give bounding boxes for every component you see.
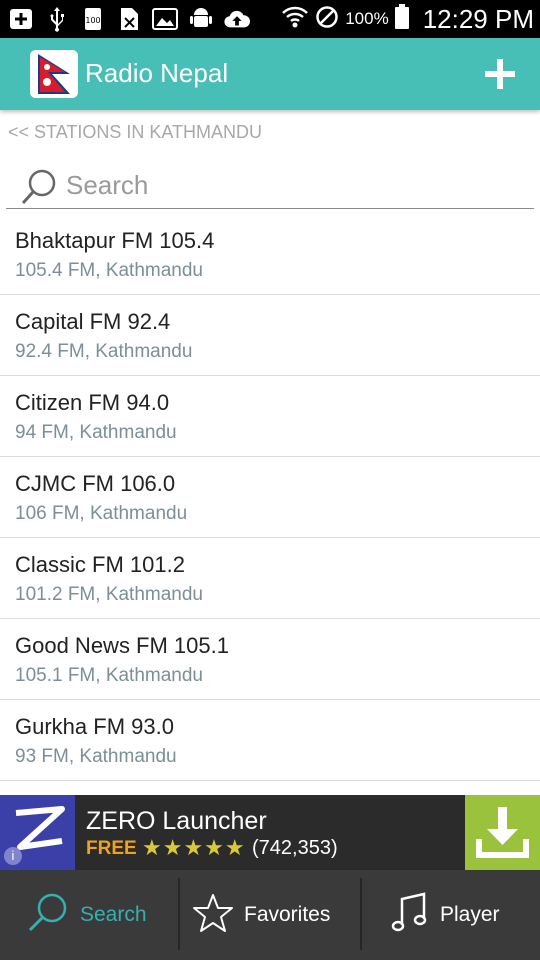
station-name: Citizen FM 94.0 (15, 390, 170, 415)
app-title: Radio Nepal (85, 58, 229, 88)
tab-player[interactable]: Player (362, 870, 540, 960)
battery-percent: 100% (345, 9, 389, 28)
bottom-navigation: Search Favorites Player (0, 870, 540, 960)
star-icon (192, 892, 234, 939)
station-frequency: 105.4 FM, Kathmandu (15, 260, 203, 281)
station-frequency: 94 FM, Kathmandu (15, 422, 177, 443)
station-frequency: 101.2 FM, Kathmandu (15, 584, 203, 605)
tab-search[interactable]: Search (0, 870, 178, 960)
list-item[interactable]: Gurkha FM 93.0 93 FM, Kathmandu (0, 700, 540, 781)
station-name: Capital FM 92.4 (15, 309, 171, 334)
ad-info-icon[interactable]: i (4, 847, 22, 865)
tab-favorites-label: Favorites (244, 903, 331, 926)
ad-rating-count: (742,353) (252, 837, 338, 859)
download-button[interactable] (465, 795, 540, 870)
list-item[interactable]: Capital FM 92.4 92.4 FM, Kathmandu (0, 295, 540, 376)
system-status: 100% 12:29 PM (281, 0, 534, 38)
notification-icons: 100 (8, 6, 250, 32)
station-frequency: 92.4 FM, Kathmandu (15, 341, 193, 362)
usb-icon (44, 6, 70, 32)
station-name: Bhaktapur FM 105.4 (15, 228, 215, 253)
search-icon (18, 166, 60, 208)
image-icon (152, 6, 178, 32)
search-bar (6, 160, 534, 209)
list-item[interactable]: Bhaktapur FM 105.4 105.4 FM, Kathmandu (0, 214, 540, 295)
list-item[interactable]: CJMC FM 106.0 106 FM, Kathmandu (0, 457, 540, 538)
tab-favorites[interactable]: Favorites (180, 870, 360, 960)
android-debug-icon (188, 6, 214, 32)
station-name: Good News FM 105.1 (15, 633, 229, 658)
station-frequency: 106 FM, Kathmandu (15, 503, 188, 524)
list-item[interactable]: Classic FM 101.2 101.2 FM, Kathmandu (0, 538, 540, 619)
cloud-upload-icon (224, 6, 250, 32)
battery-icon (394, 3, 409, 35)
search-tab-icon (26, 891, 70, 940)
download-icon (476, 807, 529, 858)
no-sim-icon (116, 6, 142, 32)
search-input[interactable] (64, 166, 528, 204)
blocked-icon (315, 5, 339, 34)
rating-stars-icon: ★★★★★ (142, 835, 246, 860)
music-note-icon (390, 891, 430, 940)
station-frequency: 93 FM, Kathmandu (15, 746, 177, 767)
tab-search-label: Search (80, 903, 147, 926)
add-icon[interactable] (482, 56, 518, 92)
back-to-stations-link[interactable]: << STATIONS IN KATHMANDU (8, 122, 262, 143)
ad-banner[interactable]: i ZERO Launcher FREE ★★★★★ (742,353) (0, 795, 540, 870)
tab-player-label: Player (440, 903, 500, 926)
ad-price: FREE (86, 838, 137, 859)
list-item[interactable]: Good News FM 105.1 105.1 FM, Kathmandu (0, 619, 540, 700)
ad-title: ZERO Launcher (86, 807, 267, 835)
storage-icon: 100 (80, 6, 106, 32)
station-name: Gurkha FM 93.0 (15, 714, 174, 739)
app-bar: Radio Nepal (0, 38, 540, 110)
station-name: Classic FM 101.2 (15, 552, 185, 577)
list-item[interactable]: Citizen FM 94.0 94 FM, Kathmandu (0, 376, 540, 457)
station-list: Bhaktapur FM 105.4 105.4 FM, Kathmandu C… (0, 214, 540, 781)
station-name: CJMC FM 106.0 (15, 471, 176, 496)
status-bar: 100 100% 12:29 PM (0, 0, 540, 38)
clock: 12:29 PM (422, 3, 534, 34)
wifi-icon (281, 5, 309, 34)
svg-text:100: 100 (85, 16, 100, 25)
add-notification-icon (8, 6, 34, 32)
station-frequency: 105.1 FM, Kathmandu (15, 665, 203, 686)
nepal-flag-logo (30, 50, 78, 98)
